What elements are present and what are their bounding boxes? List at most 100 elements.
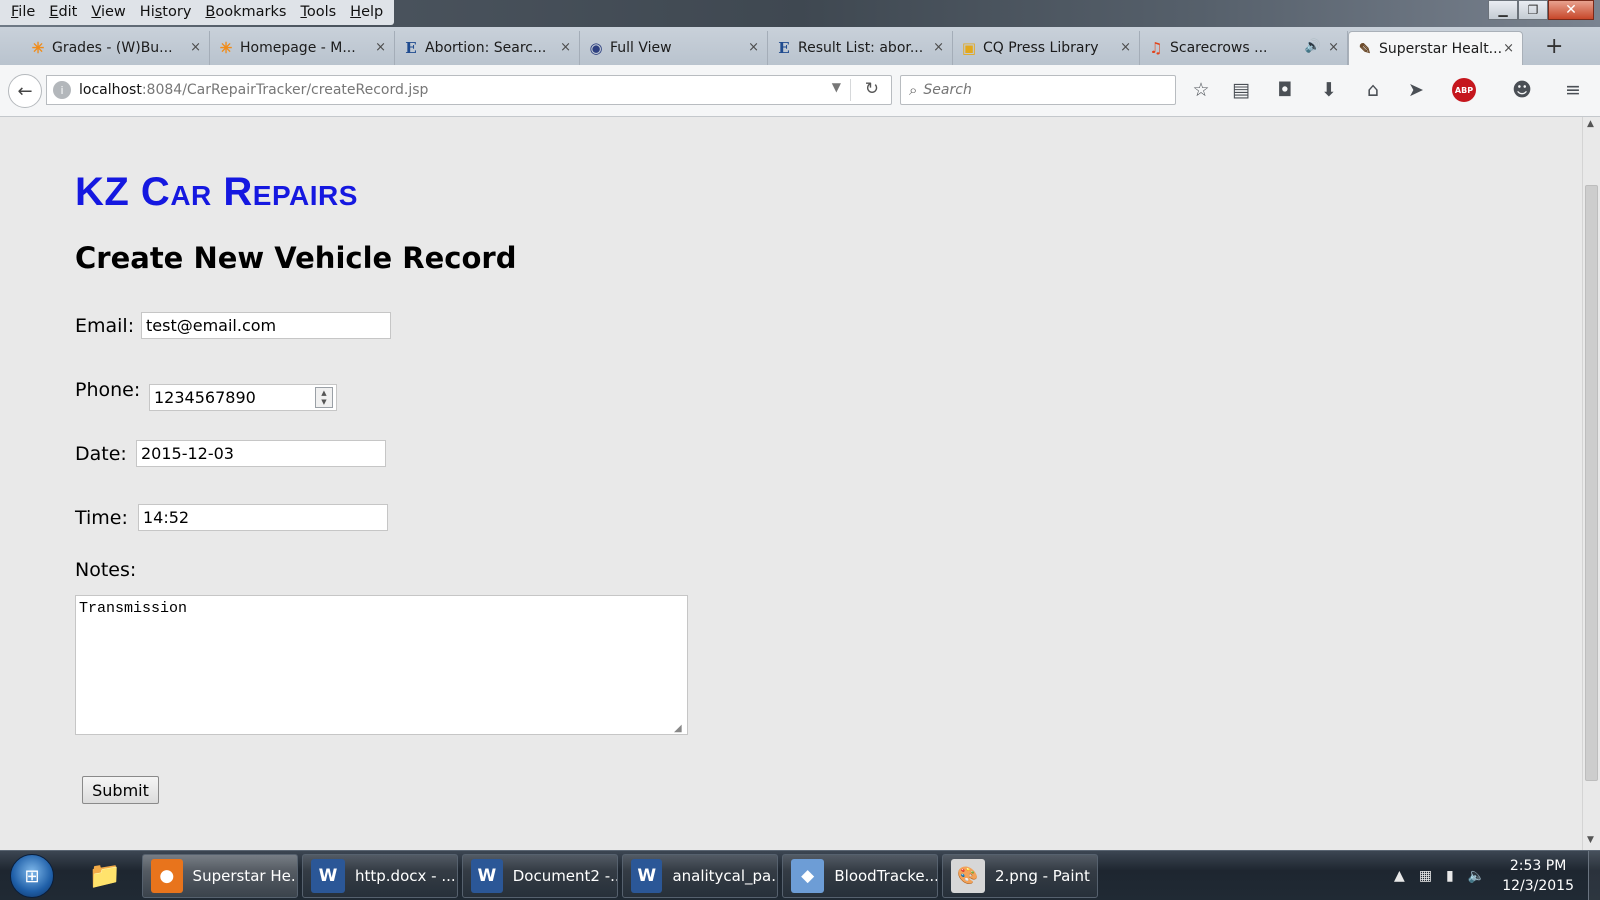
menu-item[interactable]: View xyxy=(84,0,132,25)
downloads-icon[interactable]: ⬇ xyxy=(1316,77,1342,103)
menu-item[interactable]: Bookmarks xyxy=(198,0,293,25)
pocket-icon[interactable]: ◘ xyxy=(1272,77,1298,103)
reading-list-icon[interactable]: ▤ xyxy=(1228,77,1254,103)
tab-close-icon[interactable]: × xyxy=(748,40,759,55)
taskbar-button[interactable]: Whttp.docx - ... xyxy=(302,854,458,898)
browser-tab[interactable]: ✳ Grades - (W)Bu... × xyxy=(22,31,210,65)
browser-tab[interactable]: ✳ Homepage - M... × xyxy=(210,31,395,65)
clock[interactable]: 2:53 PM 12/3/2015 xyxy=(1502,856,1574,896)
minimize-button[interactable]: ▁ xyxy=(1488,0,1518,20)
folder-icon: 📁 xyxy=(88,861,122,891)
tray-expand-icon[interactable]: ▲ xyxy=(1394,868,1405,884)
email-field[interactable] xyxy=(141,312,391,339)
menu-item[interactable]: Edit xyxy=(42,0,84,25)
navigation-toolbar: ← i localhost:8084/CarRepairTracker/crea… xyxy=(0,65,1600,117)
scroll-down-icon[interactable]: ▼ xyxy=(1587,835,1594,845)
tab-close-icon[interactable]: × xyxy=(560,40,571,55)
start-button[interactable]: ⊞ xyxy=(10,854,54,898)
phone-field[interactable] xyxy=(149,384,337,411)
network-icon[interactable]: ▦ xyxy=(1419,868,1432,884)
tab-label: Abortion: Searc... xyxy=(425,40,547,56)
browser-tab[interactable]: ◉ Full View × xyxy=(580,31,768,65)
spin-up-icon[interactable]: ▲ xyxy=(321,389,326,398)
url-text[interactable]: localhost:8084/CarRepairTracker/createRe… xyxy=(79,82,428,98)
browser-tab[interactable]: E Abortion: Searc... × xyxy=(395,31,580,65)
tab-close-icon[interactable]: × xyxy=(1120,40,1131,55)
browser-tab[interactable]: ▣ CQ Press Library × xyxy=(953,31,1140,65)
tab-close-icon[interactable]: × xyxy=(190,40,201,55)
scroll-up-icon[interactable]: ▲ xyxy=(1587,119,1594,129)
paint-palette-icon: 🎨 xyxy=(951,859,985,893)
cq-press-icon: ▣ xyxy=(961,39,977,57)
adblock-icon[interactable]: ABP xyxy=(1452,78,1476,102)
resize-grip-icon[interactable]: ◢ xyxy=(674,723,682,734)
menu-item[interactable]: History xyxy=(133,0,199,25)
tab-close-icon[interactable]: × xyxy=(1328,40,1339,55)
orange-sparkle-icon: ✳ xyxy=(31,39,45,57)
chat-icon[interactable]: ☻ xyxy=(1509,77,1535,103)
tab-label: Full View xyxy=(610,40,672,56)
bookmark-star-icon[interactable]: ☆ xyxy=(1188,77,1214,103)
taskbar-button-label: Superstar He... xyxy=(192,867,297,885)
taskbar-button[interactable]: 🎨 2.png - Paint xyxy=(942,854,1098,898)
reload-icon[interactable]: ↻ xyxy=(865,79,879,99)
scroll-thumb[interactable] xyxy=(1585,185,1598,781)
site-info-icon[interactable]: i xyxy=(53,81,71,99)
taskbar-button[interactable]: ● Superstar He... xyxy=(142,854,298,898)
date-label: Date: xyxy=(75,443,127,465)
tab-close-icon[interactable]: × xyxy=(1503,41,1514,56)
browser-tab[interactable]: E Result List: abor... × xyxy=(768,31,953,65)
menu-item[interactable]: Help xyxy=(343,0,390,25)
tab-close-icon[interactable]: × xyxy=(933,40,944,55)
url-history-dropdown-icon[interactable]: ▼ xyxy=(832,80,841,94)
tab-label: Grades - (W)Bu... xyxy=(52,40,173,56)
windows-taskbar: ⊞ 📁 ● Superstar He... Whttp.docx - ... W Doc… xyxy=(0,850,1600,900)
spin-down-icon[interactable]: ▼ xyxy=(321,398,326,407)
system-tray: ▲ ▦ ▮ 🔈 2:53 PM 12/3/2015 xyxy=(1387,851,1600,900)
taskbar-button[interactable]: W Document2 -... xyxy=(462,854,618,898)
taskbar-button-label: analitycal_pa... xyxy=(672,867,777,885)
close-window-button[interactable]: ✕ xyxy=(1548,0,1594,20)
notes-label: Notes: xyxy=(75,559,137,581)
home-icon[interactable]: ⌂ xyxy=(1360,77,1386,103)
time-field[interactable] xyxy=(138,504,388,531)
back-arrow-icon: ← xyxy=(17,80,33,102)
taskbar-button[interactable]: Wanalitycal_pa... xyxy=(622,854,778,898)
browser-tab[interactable]: ✎ Superstar Healt... × xyxy=(1348,31,1523,65)
taskbar-button[interactable]: ◆ BloodTracke... xyxy=(782,854,938,898)
orange-sparkle-icon: ✳ xyxy=(219,39,233,57)
back-button[interactable]: ← xyxy=(8,74,42,108)
notes-textarea[interactable]: Transmission xyxy=(75,595,688,735)
send-icon[interactable]: ➤ xyxy=(1403,77,1429,103)
clock-time: 2:53 PM xyxy=(1509,858,1567,874)
hamburger-menu-icon[interactable]: ≡ xyxy=(1560,77,1586,103)
file-explorer-button[interactable]: 📁 xyxy=(80,856,130,896)
page-scrollbar[interactable]: ▲ ▼ xyxy=(1582,117,1600,850)
power-icon[interactable]: ▮ xyxy=(1446,868,1454,884)
tab-audio-icon[interactable]: 🔊 xyxy=(1305,39,1321,54)
new-tab-button[interactable]: + xyxy=(1545,34,1563,59)
url-bar[interactable]: i localhost:8084/CarRepairTracker/create… xyxy=(46,75,892,105)
tab-close-icon[interactable]: × xyxy=(375,40,386,55)
tab-label: CQ Press Library xyxy=(983,40,1099,56)
volume-icon[interactable]: 🔈 xyxy=(1468,868,1485,884)
submit-button[interactable]: Submit xyxy=(82,776,159,804)
taskbar-button-label: BloodTracke... xyxy=(834,867,937,885)
browser-tab[interactable]: ♫ Scarecrows ... 🔊 × xyxy=(1140,31,1348,65)
menu-item[interactable]: File xyxy=(4,0,42,25)
show-desktop-button[interactable] xyxy=(1588,851,1600,900)
time-label: Time: xyxy=(75,507,128,529)
taskbar-button-label: Document2 -... xyxy=(512,867,617,885)
search-input[interactable] xyxy=(923,82,1154,98)
word-icon: W xyxy=(631,859,663,893)
date-field[interactable] xyxy=(136,440,386,467)
netbeans-cube-icon: ◆ xyxy=(791,859,825,893)
email-label: Email: xyxy=(75,315,135,337)
menu-bar: File Edit View History Bookmarks Tools Help xyxy=(0,0,395,25)
restore-button[interactable]: ❐ xyxy=(1518,0,1548,20)
menu-item[interactable]: Tools xyxy=(293,0,343,25)
search-bar[interactable]: ⌕ xyxy=(900,75,1176,105)
tab-strip: + ✳ Grades - (W)Bu... × ✳ Homepage - M... × E A… xyxy=(0,27,1600,65)
paint-icon: ✎ xyxy=(1358,40,1372,58)
phone-spinner[interactable]: ▲ ▼ xyxy=(315,387,333,408)
